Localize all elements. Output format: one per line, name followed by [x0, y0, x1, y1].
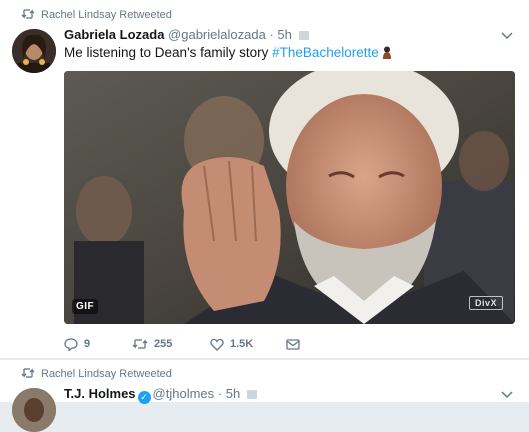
- tweet-actions: 9 255 1.5K: [64, 336, 306, 352]
- direct-message-icon: [286, 338, 300, 350]
- reply-icon: [64, 337, 78, 351]
- retweeted-by-label: Rachel Lindsay Retweeted: [41, 368, 172, 380]
- gif-media[interactable]: GIF DivX: [64, 71, 515, 324]
- gif-badge: GIF: [72, 299, 99, 314]
- avatar-image: [12, 388, 56, 432]
- retweet-icon: [21, 9, 35, 19]
- media-badge-icon: [298, 31, 309, 40]
- person-emoji-icon: [382, 46, 391, 59]
- retweet-count: 255: [154, 338, 173, 350]
- avatar-image: [12, 29, 56, 73]
- media-badge-icon: [246, 390, 257, 399]
- tweet-header: Gabriela Lozada @gabrielalozada · 5h: [64, 27, 309, 43]
- tweet-header: T.J. Holmes ✓ @tjholmes · 5h: [64, 386, 257, 404]
- like-icon: [210, 338, 224, 351]
- reply-button[interactable]: 9: [64, 337, 132, 351]
- author-name[interactable]: T.J. Holmes: [64, 386, 136, 401]
- author-handle[interactable]: @tjholmes: [153, 386, 215, 401]
- avatar[interactable]: [12, 29, 56, 73]
- retweeted-by[interactable]: Rachel Lindsay Retweeted: [41, 368, 172, 380]
- separator-dot: ·: [269, 27, 274, 42]
- tweet-text: Me listening to Dean's family story #The…: [64, 44, 392, 61]
- retweet-icon: [21, 368, 35, 378]
- hashtag-link[interactable]: #TheBachelorette: [272, 45, 379, 60]
- tweet-card[interactable]: Rachel Lindsay Retweeted T.J. Holmes ✓ @tj…: [0, 360, 529, 432]
- like-button[interactable]: 1.5K: [210, 338, 286, 351]
- divx-watermark: DivX: [468, 296, 503, 310]
- separator-dot: ·: [217, 386, 223, 401]
- tweet-text-body: Me listening to Dean's family story: [64, 45, 273, 60]
- tweet-card[interactable]: Rachel Lindsay Retweeted Gabriela Lozada…: [0, 0, 529, 359]
- retweeted-by[interactable]: Rachel Lindsay Retweeted: [41, 9, 172, 21]
- chevron-down-icon[interactable]: [501, 31, 513, 41]
- avatar[interactable]: [12, 388, 56, 432]
- retweeted-by-label: Rachel Lindsay Retweeted: [41, 9, 172, 21]
- like-count: 1.5K: [230, 338, 254, 350]
- chevron-down-icon[interactable]: [501, 390, 513, 400]
- retweet-icon: [132, 339, 148, 349]
- retweet-button[interactable]: 255: [132, 338, 210, 350]
- timestamp[interactable]: 5h: [277, 27, 291, 42]
- timestamp[interactable]: 5h: [226, 386, 240, 401]
- author-handle[interactable]: @gabrielalozada: [168, 27, 266, 42]
- author-name[interactable]: Gabriela Lozada: [64, 27, 164, 42]
- reply-count: 9: [84, 338, 91, 350]
- gif-frame: [64, 71, 515, 324]
- direct-message-button[interactable]: [286, 338, 306, 350]
- verified-badge-icon: ✓: [137, 391, 151, 404]
